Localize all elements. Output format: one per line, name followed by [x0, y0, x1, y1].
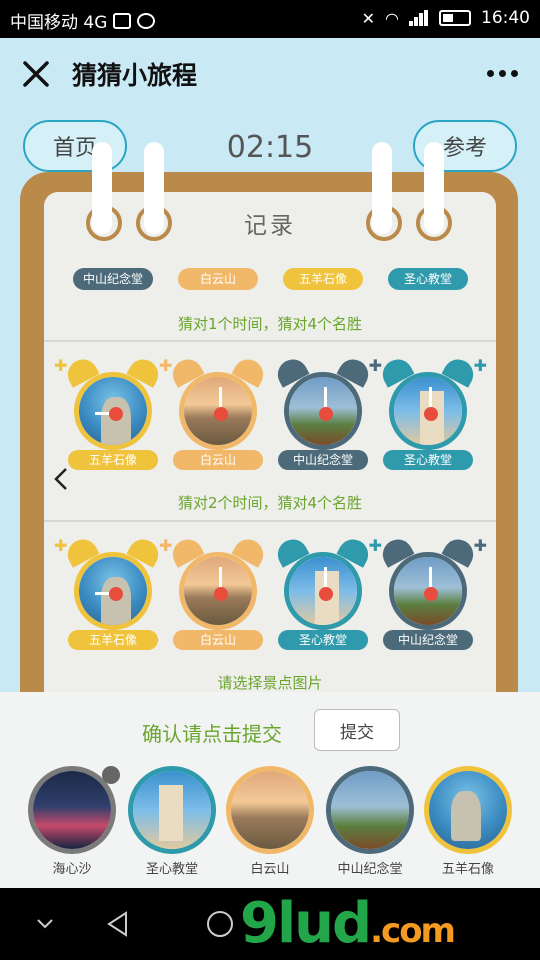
clock-label: 圣心教堂 — [388, 268, 468, 290]
clock-card[interactable]: ✚ 白云山 — [159, 354, 269, 470]
clock-label: 白云山 — [173, 450, 263, 470]
clock-card[interactable]: ✚ 圣心教堂 — [272, 534, 382, 650]
more-icon[interactable] — [487, 70, 518, 77]
choice-item[interactable]: 圣心教堂 — [128, 766, 216, 877]
choice-label: 白云山 — [250, 862, 290, 877]
close-icon[interactable] — [20, 58, 52, 90]
signal-icon — [409, 10, 429, 26]
carrier-label: 中国移动 4G — [10, 13, 108, 33]
row-divider — [44, 340, 496, 342]
choice-label: 中山纪念堂 — [337, 862, 403, 877]
clock-label: 白云山 — [178, 268, 258, 290]
clock-card[interactable]: ✚ 白云山 — [159, 534, 269, 650]
clock-card[interactable]: ✚ 中山纪念堂 — [272, 354, 382, 470]
emoji-icon — [137, 12, 156, 29]
battery-icon — [439, 10, 471, 26]
clock-card[interactable]: ✚ 五羊石像 — [54, 534, 164, 650]
hammer-icon: ✚ — [473, 536, 487, 555]
hammer-icon: ✚ — [368, 356, 382, 375]
choice-item[interactable]: 中山纪念堂 — [326, 766, 414, 877]
row-divider — [44, 520, 496, 522]
choice-item[interactable]: 白云山 — [226, 766, 314, 877]
result-caption: 猜对1个时间，猜对4个名胜 — [177, 315, 363, 333]
clock-label: 中山纪念堂 — [383, 630, 473, 650]
image-icon — [113, 12, 132, 29]
clock-time: 16:40 — [481, 8, 530, 28]
clock-label: 五羊石像 — [68, 630, 158, 650]
chevron-left-icon[interactable] — [52, 466, 70, 492]
hammer-icon: ✚ — [159, 356, 173, 375]
choice-label: 海心沙 — [52, 862, 92, 877]
ring-post — [424, 142, 444, 234]
chevron-down-icon[interactable] — [36, 918, 54, 930]
hammer-icon: ✚ — [473, 356, 487, 375]
choice-label: 五羊石像 — [441, 862, 494, 877]
clock-label: 圣心教堂 — [278, 630, 368, 650]
instruction-caption: 请选择景点图片 — [217, 674, 323, 692]
hammer-icon: ✚ — [368, 536, 382, 555]
back-icon[interactable] — [104, 910, 132, 938]
ring-post — [144, 142, 164, 234]
selected-dot — [102, 766, 120, 784]
status-bar: 中国移动 4G ✕ ◠ 16:40 — [0, 0, 540, 38]
choice-item[interactable]: 五羊石像 — [424, 766, 512, 877]
clock-card[interactable]: ✚ 五羊石像 — [54, 354, 164, 470]
clock-label: 五羊石像 — [68, 450, 158, 470]
hammer-icon: ✚ — [54, 356, 68, 375]
clock-label: 五羊石像 — [283, 268, 363, 290]
page-title: 猜猜小旅程 — [72, 61, 198, 90]
choice-item[interactable]: 海心沙 — [28, 766, 120, 877]
choice-label: 圣心教堂 — [145, 862, 198, 877]
clock-card[interactable]: ✚ 中山纪念堂 — [377, 534, 487, 650]
clock-label: 中山纪念堂 — [278, 450, 368, 470]
clock-card[interactable]: ✚ 圣心教堂 — [377, 354, 487, 470]
ring-post — [372, 142, 392, 234]
watermark-logo: 9lud.com — [240, 891, 456, 956]
clock-label: 白云山 — [173, 630, 263, 650]
clock-label: 圣心教堂 — [383, 450, 473, 470]
ring-post — [92, 142, 112, 234]
app-header: 猜猜小旅程 — [0, 38, 540, 110]
hammer-icon: ✚ — [54, 536, 68, 555]
submit-button[interactable]: 提交 — [314, 709, 400, 751]
home-icon[interactable] — [206, 910, 234, 938]
mute-icon: ✕ — [361, 8, 376, 28]
clock-label: 中山纪念堂 — [73, 268, 153, 290]
confirm-text: 确认请点击提交 — [142, 722, 282, 746]
result-caption: 猜对2个时间，猜对4个名胜 — [177, 494, 363, 512]
hammer-icon: ✚ — [159, 536, 173, 555]
wifi-icon: ◠ — [385, 8, 399, 28]
